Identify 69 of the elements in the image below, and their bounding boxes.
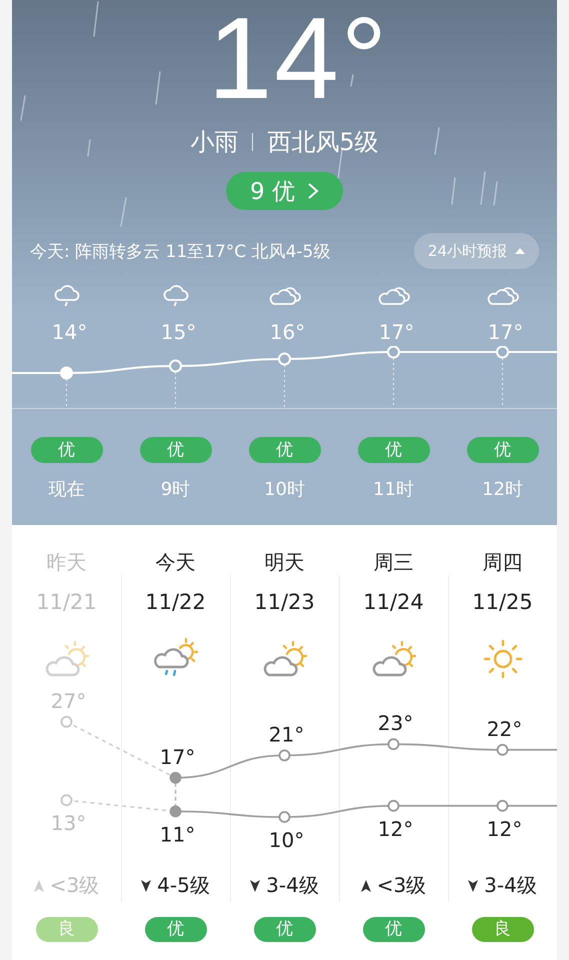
low-temperature: 13°: [50, 811, 86, 836]
wind-level: 3-4级: [484, 872, 537, 899]
date-label: 11/23: [254, 590, 315, 614]
temperature-point: [278, 750, 290, 762]
hour-label: 现在: [48, 478, 84, 501]
date-label: 11/22: [145, 590, 206, 614]
date-label: 11/25: [472, 590, 533, 614]
wind-level: 3-4级: [266, 872, 319, 899]
date-label: 11/21: [36, 590, 97, 614]
clouds-icon: [378, 284, 410, 308]
hour-label: 9时: [160, 478, 190, 501]
air-quality-badge: 优: [144, 917, 206, 942]
forecast-toggle[interactable]: 24小时预报: [414, 233, 539, 269]
hour-temperature: 16°: [268, 320, 306, 344]
temperature-point: [278, 811, 290, 823]
day-label: 今天: [156, 549, 196, 576]
triangle-icon: [515, 248, 525, 254]
temperature-point: [496, 744, 508, 756]
temperature-point: [496, 800, 508, 812]
wind-level: <3级: [376, 872, 426, 899]
hour-label: 12时: [482, 478, 523, 501]
air-quality-badge: 优: [140, 437, 212, 463]
day-label: 明天: [264, 549, 304, 576]
rain-cloud-icon: [52, 284, 80, 308]
hour-temperature: 17°: [486, 320, 524, 344]
clouds-icon: [486, 284, 518, 308]
low-temperature: 12°: [378, 816, 414, 841]
air-quality-badge: 优: [254, 917, 316, 942]
date-label: 11/24: [363, 590, 424, 614]
air-quality-badge: 优: [362, 917, 424, 942]
today-summary: 今天: 阵雨转多云 11至17°C 北风4-5级: [30, 240, 330, 262]
air-quality-button[interactable]: 9 优: [226, 172, 343, 210]
high-temperature: 17°: [160, 744, 196, 769]
temperature-point: [388, 800, 400, 812]
air-quality-badge: 优: [30, 437, 102, 463]
low-temperature: 12°: [486, 816, 522, 841]
hour-temperature: 17°: [378, 320, 414, 344]
hour-temperature: 15°: [160, 320, 196, 344]
wind-info: 西北风5级: [267, 127, 379, 158]
weather-condition: 小雨: [190, 127, 238, 158]
chevron-right-icon: [306, 181, 319, 201]
day-label: 昨天: [46, 549, 86, 576]
rain-cloud-icon: [162, 284, 190, 308]
air-quality-badge: 良: [472, 917, 534, 942]
low-temperature: 11°: [160, 822, 196, 846]
sun-icon: [482, 638, 524, 680]
temperature-point: [60, 716, 72, 728]
day-label: 周三: [374, 549, 414, 576]
air-quality-badge: 优: [466, 437, 538, 463]
air-quality-badge: 优: [248, 437, 320, 463]
hour-label: 10时: [264, 478, 305, 501]
air-quality-badge: 良: [36, 917, 98, 942]
clouds-icon: [268, 284, 300, 308]
high-temperature: 22°: [486, 716, 522, 741]
wind-level: 4-5级: [157, 872, 210, 899]
temperature-point: [388, 738, 400, 750]
high-temperature: 27°: [50, 690, 86, 713]
temperature-point: [170, 806, 182, 818]
temperature-point: [170, 772, 182, 784]
high-temperature: 21°: [268, 722, 304, 746]
hour-label: 11时: [373, 478, 414, 501]
air-quality-badge: 优: [358, 437, 430, 463]
temperature-point: [60, 794, 72, 806]
hour-temperature: 14°: [50, 320, 88, 344]
high-temperature: 23°: [378, 711, 414, 736]
low-temperature: 10°: [268, 828, 304, 852]
wind-level: <3级: [50, 872, 100, 899]
day-label: 周四: [482, 549, 522, 576]
current-temperature: 14°: [206, 0, 390, 116]
